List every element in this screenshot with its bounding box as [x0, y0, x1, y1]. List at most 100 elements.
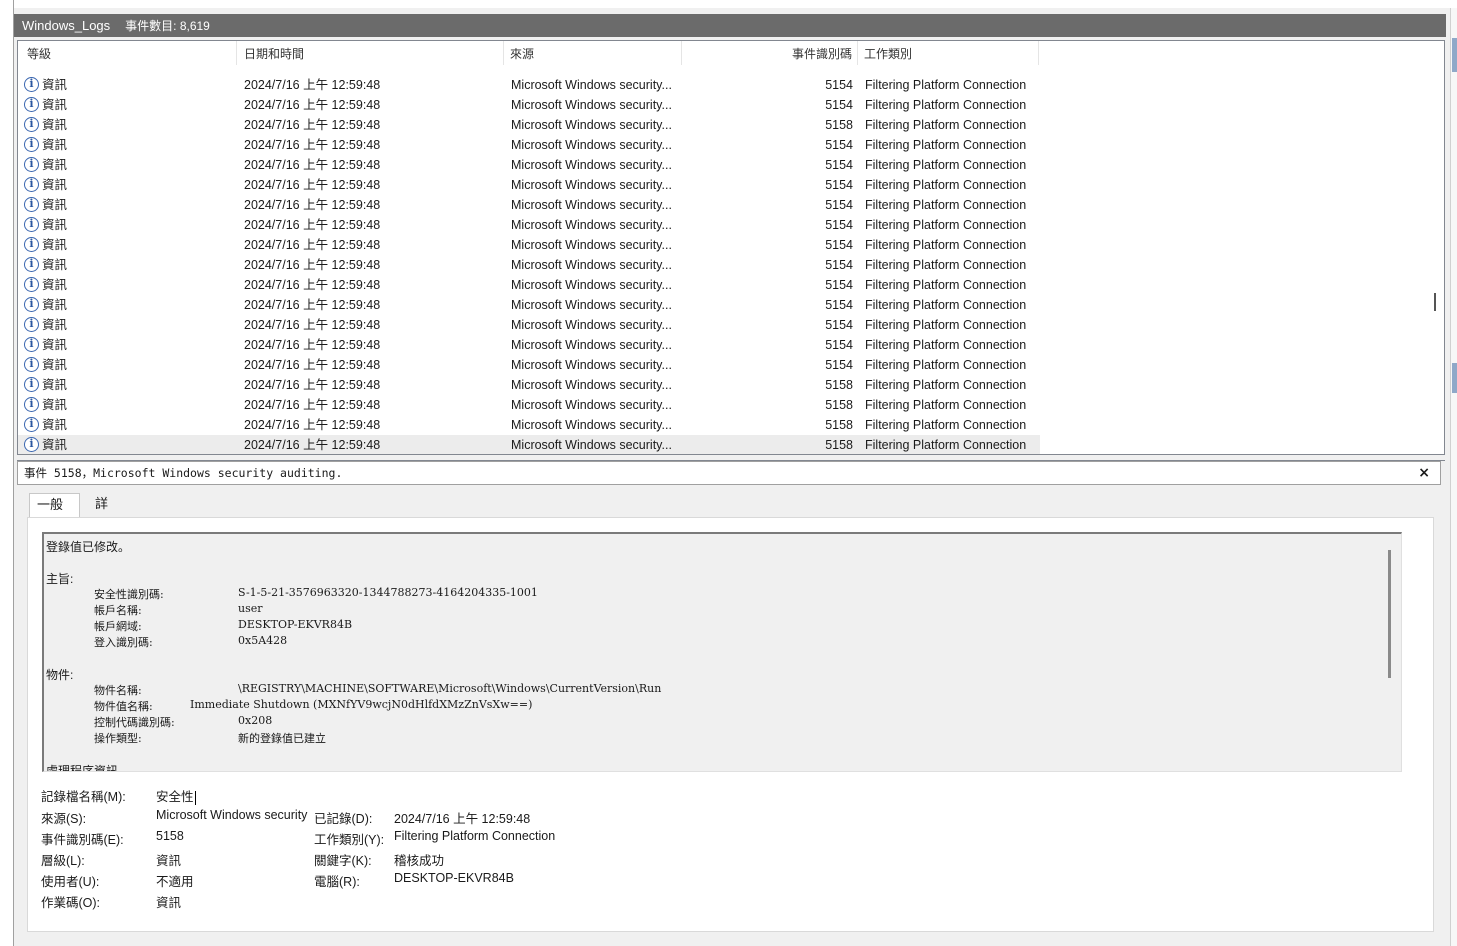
cell-event-id: 5154 [825, 278, 853, 292]
cell-datetime: 2024/7/16 上午 12:59:48 [244, 98, 381, 112]
cell-event-id: 5154 [825, 138, 853, 152]
cell-task: Filtering Platform Connection [865, 138, 1027, 152]
info-icon: i [24, 177, 39, 192]
event-row[interactable]: i 資訊 2024/7/16 上午 12:59:48 Microsoft Window… [18, 95, 1040, 115]
cell-source: Microsoft Windows security... [511, 358, 672, 372]
cell-source: Microsoft Windows security... [511, 278, 672, 292]
desc-valname-value: Immediate Shutdown (MXNfYV9wcjN0dHlfdXMz… [190, 698, 533, 711]
cell-datetime: 2024/7/16 上午 12:59:48 [244, 178, 381, 192]
event-row[interactable]: i 資訊 2024/7/16 上午 12:59:48 Microsoft Window… [18, 335, 1040, 355]
cell-level: 資訊 [42, 378, 68, 392]
desc-logon-value: 0x5A428 [238, 634, 288, 647]
event-row[interactable]: i 資訊 2024/7/16 上午 12:59:48 Microsoft Window… [18, 415, 1040, 435]
prop-opcode-label: 作業碼(O): [41, 896, 101, 910]
info-icon: i [24, 157, 39, 172]
event-row[interactable]: i 資訊 2024/7/16 上午 12:59:48 Microsoft Window… [18, 235, 1040, 255]
tab-general[interactable]: 一般 [29, 493, 80, 519]
scrollbar-thumb[interactable] [1434, 293, 1436, 311]
prop-keywords-value[interactable]: 稽核成功 [394, 850, 444, 869]
event-row[interactable]: i 資訊 2024/7/16 上午 12:59:48 Microsoft Window… [18, 375, 1040, 395]
prop-eventid-label: 事件識別碼(E): [41, 833, 124, 847]
list-scrollbar[interactable] [1434, 41, 1444, 454]
cell-datetime: 2024/7/16 上午 12:59:48 [244, 358, 381, 372]
cell-level: 資訊 [42, 138, 68, 152]
log-name: Windows_Logs [22, 18, 111, 33]
cell-event-id: 5154 [825, 198, 853, 212]
cell-source: Microsoft Windows security... [511, 378, 672, 392]
desc-subject-heading: 主旨: [46, 572, 74, 586]
top-pane-edge [14, 0, 1457, 8]
event-row[interactable]: i 資訊 2024/7/16 上午 12:59:48 Microsoft Window… [18, 135, 1040, 155]
prop-computer-value[interactable]: DESKTOP-EKVR84B [394, 871, 514, 885]
event-row[interactable]: i 資訊 2024/7/16 上午 12:59:48 Microsoft Window… [18, 115, 1040, 135]
cell-task: Filtering Platform Connection [865, 438, 1027, 452]
desc-account-value: user [238, 602, 263, 615]
cell-level: 資訊 [42, 338, 68, 352]
event-row[interactable]: i 資訊 2024/7/16 上午 12:59:48 Microsoft Window… [18, 435, 1040, 454]
desc-objname-value: \REGISTRY\MACHINE\SOFTWARE\Microsoft\Win… [238, 682, 662, 695]
cell-task: Filtering Platform Connection [865, 258, 1027, 272]
tab-details[interactable]: 詳細資料 [88, 493, 115, 577]
cell-event-id: 5158 [825, 398, 853, 412]
prop-source-value[interactable]: Microsoft Windows security [156, 808, 307, 822]
detail-title: 事件 5158，Microsoft Windows security audit… [24, 466, 343, 480]
cell-event-id: 5154 [825, 318, 853, 332]
col-source[interactable]: 來源 [504, 41, 682, 65]
cell-datetime: 2024/7/16 上午 12:59:48 [244, 118, 381, 132]
prop-user-value[interactable]: 不適用 [156, 871, 194, 890]
prop-eventid-value[interactable]: 5158 [156, 829, 184, 843]
event-row[interactable]: i 資訊 2024/7/16 上午 12:59:48 Microsoft Window… [18, 215, 1040, 235]
info-icon: i [24, 257, 39, 272]
cell-event-id: 5154 [825, 338, 853, 352]
close-icon[interactable]: × [1418, 462, 1430, 484]
cell-task: Filtering Platform Connection [865, 118, 1027, 132]
event-row[interactable]: i 資訊 2024/7/16 上午 12:59:48 Microsoft Window… [18, 315, 1040, 335]
cell-task: Filtering Platform Connection [865, 278, 1027, 292]
column-header: 等級 日期和時間 來源 事件識別碼 工作類別 ⌃ [18, 41, 1438, 65]
desc-objname-label: 物件名稱: [94, 684, 142, 697]
event-description[interactable]: 登錄值已修改。 主旨: 安全性識別碼: S-1-5-21-3576963320-… [42, 532, 1402, 772]
description-scrollbar[interactable] [1388, 550, 1391, 678]
info-icon: i [24, 237, 39, 252]
info-icon: i [24, 77, 39, 92]
cell-event-id: 5154 [825, 158, 853, 172]
event-list[interactable]: i 資訊 2024/7/16 上午 12:59:48 Microsoft Window… [17, 40, 1445, 455]
cell-level: 資訊 [42, 258, 68, 272]
event-row[interactable]: i 資訊 2024/7/16 上午 12:59:48 Microsoft Window… [18, 255, 1040, 275]
cell-datetime: 2024/7/16 上午 12:59:48 [244, 258, 381, 272]
cell-level: 資訊 [42, 78, 68, 92]
prop-computer-label: 電腦(R): [314, 875, 360, 889]
cell-level: 資訊 [42, 278, 68, 292]
event-row[interactable]: i 資訊 2024/7/16 上午 12:59:48 Microsoft Window… [18, 355, 1040, 375]
col-event-id[interactable]: 事件識別碼 [682, 41, 858, 65]
prop-opcode-value[interactable]: 資訊 [156, 892, 181, 911]
info-icon: i [24, 217, 39, 232]
info-icon: i [24, 417, 39, 432]
cell-level: 資訊 [42, 98, 68, 112]
event-row[interactable]: i 資訊 2024/7/16 上午 12:59:48 Microsoft Window… [18, 295, 1040, 315]
log-title-bar: Windows_Logs 事件數目: 8,619 [14, 14, 1446, 37]
cell-event-id: 5158 [825, 418, 853, 432]
prop-logged-value[interactable]: 2024/7/16 上午 12:59:48 [394, 808, 530, 827]
info-icon: i [24, 197, 39, 212]
event-row[interactable]: i 資訊 2024/7/16 上午 12:59:48 Microsoft Window… [18, 395, 1040, 415]
event-row[interactable]: i 資訊 2024/7/16 上午 12:59:48 Microsoft Window… [18, 275, 1040, 295]
event-row[interactable]: i 資訊 2024/7/16 上午 12:59:48 Microsoft Window… [18, 155, 1040, 175]
event-row[interactable]: i 資訊 2024/7/16 上午 12:59:48 Microsoft Window… [18, 75, 1040, 95]
desc-sid-value: S-1-5-21-3576963320-1344788273-416420433… [238, 586, 538, 599]
desc-optype-label: 操作類型: [94, 732, 142, 745]
cell-task: Filtering Platform Connection [865, 178, 1027, 192]
cell-level: 資訊 [42, 198, 68, 212]
cell-datetime: 2024/7/16 上午 12:59:48 [244, 398, 381, 412]
col-level[interactable]: 等級 [18, 41, 237, 65]
event-row[interactable]: i 資訊 2024/7/16 上午 12:59:48 Microsoft Window… [18, 195, 1040, 215]
prop-logname-value[interactable]: 安全性 [156, 786, 196, 805]
event-row[interactable]: i 資訊 2024/7/16 上午 12:59:48 Microsoft Window… [18, 175, 1040, 195]
prop-level-value[interactable]: 資訊 [156, 850, 181, 869]
prop-logged-label: 已記錄(D): [314, 812, 373, 826]
prop-task-value[interactable]: Filtering Platform Connection [394, 829, 555, 843]
cell-source: Microsoft Windows security... [511, 78, 672, 92]
info-icon: i [24, 357, 39, 372]
desc-domain-label: 帳戶網域: [94, 620, 142, 633]
col-datetime[interactable]: 日期和時間 [237, 41, 504, 65]
